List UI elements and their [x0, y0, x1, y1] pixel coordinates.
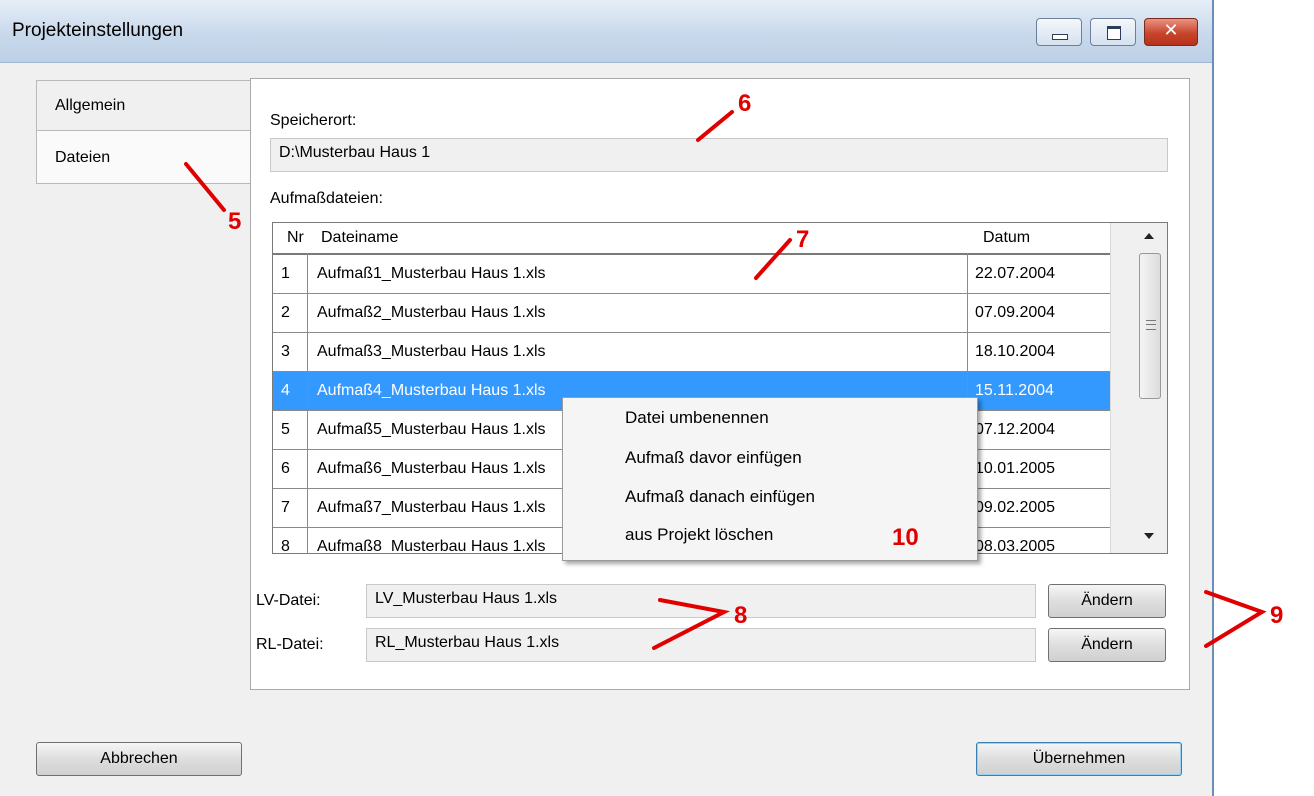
- button-label: Ändern: [1081, 592, 1133, 609]
- lv-field: LV_Musterbau Haus 1.xls: [366, 584, 1036, 618]
- window-title: Projekteinstellungen: [12, 20, 184, 41]
- tab-dateien[interactable]: Dateien: [36, 130, 250, 184]
- button-label: Ändern: [1081, 636, 1133, 653]
- list-header: Nr Dateiname Datum: [273, 223, 1111, 255]
- column-header-nr[interactable]: Nr: [287, 229, 304, 247]
- cell-dateiname: Aufmaß8_Musterbau Haus 1.xls: [317, 538, 546, 554]
- cell-datum: 15.11.2004: [975, 382, 1054, 399]
- aufmass-label: Aufmaßdateien:: [270, 190, 383, 207]
- cell-datum: 22.07.2004: [975, 265, 1056, 282]
- grip-icon: [1146, 320, 1156, 330]
- cell-nr: 8: [281, 538, 290, 554]
- cell-dateiname: Aufmaß4_Musterbau Haus 1.xls: [317, 382, 546, 399]
- cell-dateiname: Aufmaß7_Musterbau Haus 1.xls: [317, 499, 546, 516]
- column-header-dateiname[interactable]: Dateiname: [321, 229, 398, 247]
- title-bar[interactable]: Projekteinstellungen ✕: [0, 0, 1212, 63]
- lv-change-button[interactable]: Ändern: [1048, 584, 1166, 618]
- cell-datum: 18.10.2004: [975, 343, 1056, 360]
- table-row[interactable]: 1 Aufmaß1_Musterbau Haus 1.xls 22.07.200…: [273, 255, 1111, 294]
- menu-item-rename[interactable]: Datei umbenennen: [625, 408, 769, 428]
- speicherort-field: D:\Musterbau Haus 1: [270, 138, 1168, 172]
- speicherort-value: D:\Musterbau Haus 1: [279, 144, 431, 161]
- menu-item-insert-before[interactable]: Aufmaß davor einfügen: [625, 448, 802, 468]
- cell-nr: 6: [281, 460, 290, 477]
- tab-label: Dateien: [55, 149, 111, 166]
- tab-allgemein[interactable]: Allgemein: [36, 80, 250, 132]
- cell-datum: 10.01.2005: [975, 460, 1056, 477]
- cell-dateiname: Aufmaß1_Musterbau Haus 1.xls: [317, 265, 546, 282]
- cell-nr: 3: [281, 343, 290, 360]
- cell-dateiname: Aufmaß5_Musterbau Haus 1.xls: [317, 421, 546, 438]
- lv-value: LV_Musterbau Haus 1.xls: [375, 590, 558, 607]
- cell-nr: 2: [281, 304, 290, 321]
- rl-value: RL_Musterbau Haus 1.xls: [375, 634, 560, 651]
- cell-datum: 07.09.2004: [975, 304, 1056, 321]
- speicherort-label: Speicherort:: [270, 112, 357, 129]
- list-scrollbar[interactable]: [1110, 223, 1167, 553]
- cell-datum: 07.12.2004: [975, 421, 1056, 438]
- rl-field: RL_Musterbau Haus 1.xls: [366, 628, 1036, 662]
- callout-10: 10: [892, 524, 919, 551]
- cell-nr: 4: [281, 382, 290, 399]
- callout-7: 7: [796, 226, 810, 253]
- menu-item-insert-after[interactable]: Aufmaß danach einfügen: [625, 487, 815, 507]
- cell-dateiname: Aufmaß6_Musterbau Haus 1.xls: [317, 460, 546, 477]
- maximize-button[interactable]: [1090, 18, 1136, 46]
- callout-8: 8: [734, 602, 748, 629]
- callout-6: 6: [738, 90, 752, 117]
- cell-datum: 08.03.2005: [975, 538, 1056, 554]
- button-label: Abbrechen: [100, 750, 178, 767]
- tab-label: Allgemein: [55, 97, 126, 114]
- callout-9: 9: [1270, 602, 1284, 629]
- project-settings-window: Projekteinstellungen ✕ Allgemein Dateien…: [0, 0, 1214, 796]
- scroll-down-icon[interactable]: [1144, 533, 1154, 539]
- cell-dateiname: Aufmaß2_Musterbau Haus 1.xls: [317, 304, 546, 321]
- column-header-datum[interactable]: Datum: [983, 229, 1030, 247]
- close-button[interactable]: ✕: [1144, 18, 1198, 46]
- table-row[interactable]: 3 Aufmaß3_Musterbau Haus 1.xls 18.10.200…: [273, 333, 1111, 372]
- scroll-thumb[interactable]: [1139, 253, 1161, 399]
- column-divider: [307, 253, 308, 553]
- close-icon: ✕: [1163, 20, 1179, 40]
- callout-arrow-9: [1204, 590, 1267, 648]
- cell-nr: 1: [281, 265, 290, 282]
- cell-nr: 5: [281, 421, 290, 438]
- cell-dateiname: Aufmaß3_Musterbau Haus 1.xls: [317, 343, 546, 360]
- button-label: Übernehmen: [1032, 750, 1126, 767]
- minimize-button[interactable]: [1036, 18, 1082, 46]
- table-row[interactable]: 2 Aufmaß2_Musterbau Haus 1.xls 07.09.200…: [273, 294, 1111, 333]
- rl-change-button[interactable]: Ändern: [1048, 628, 1166, 662]
- rl-label: RL-Datei:: [256, 636, 324, 653]
- cancel-button[interactable]: Abbrechen: [36, 742, 242, 776]
- menu-item-remove[interactable]: aus Projekt löschen: [625, 525, 773, 545]
- lv-label: LV-Datei:: [256, 592, 321, 609]
- callout-5: 5: [228, 208, 242, 235]
- cell-nr: 7: [281, 499, 290, 516]
- scroll-up-icon[interactable]: [1144, 233, 1154, 239]
- cell-datum: 09.02.2005: [975, 499, 1056, 516]
- apply-button[interactable]: Übernehmen: [976, 742, 1182, 776]
